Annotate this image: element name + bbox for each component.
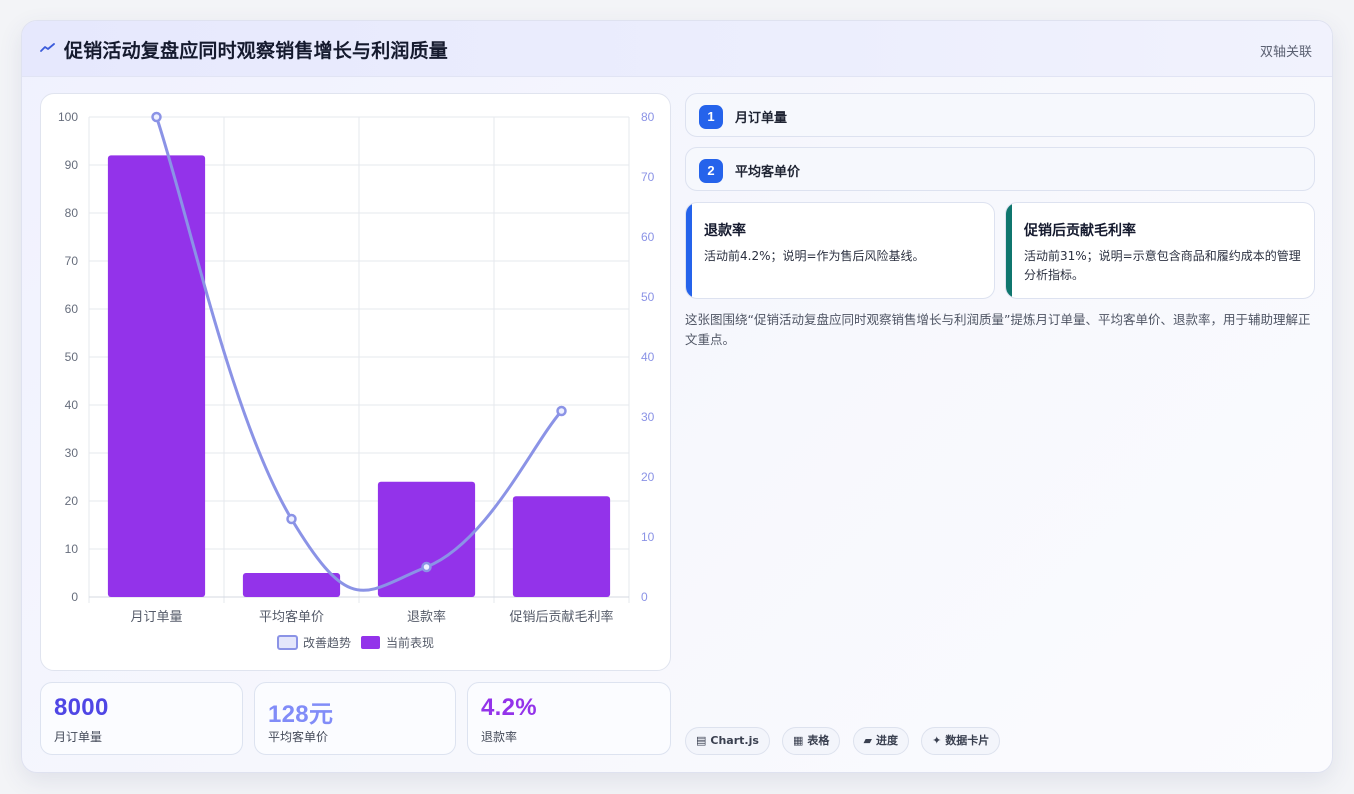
y-left-tick-label: 70 [65, 254, 79, 268]
chip-label: 表格 [807, 734, 830, 747]
stat-value: 4.2% [481, 694, 537, 721]
x-tick-label: 促销后贡献毛利率 [509, 609, 613, 625]
number-badge: 1 [699, 105, 723, 129]
card-description: 活动前4.2%；说明=作为售后风险基线。 [704, 249, 925, 263]
stat-value: 128元 [268, 701, 334, 728]
trend-point-2 [286, 513, 297, 525]
list-item-label: 月订单量 [735, 111, 788, 126]
stat-label: 月订单量 [54, 730, 103, 744]
y-left-tick-label: 40 [65, 398, 79, 412]
y-right-tick-label: 80 [641, 110, 655, 124]
y-left-tick-label: 10 [65, 542, 79, 556]
y-left-tick-label: 90 [65, 158, 79, 172]
legend-swatch-line [277, 635, 298, 650]
page-title: 促销活动复盘应同时观察销售增长与利润质量 [64, 40, 449, 62]
y-right-tick-label: 0 [641, 590, 648, 604]
combo-chart: 0 10 20 30 40 50 60 70 80 90 100 0 10 20 30 40 50 60 70 80 月… [58, 110, 655, 650]
y-left-tick-label: 30 [65, 446, 79, 460]
y-left-tick-label: 80 [65, 206, 79, 220]
stat-label: 平均客单价 [268, 730, 329, 744]
chip-label: Chart.js [710, 734, 759, 747]
number-badge: 2 [699, 159, 723, 183]
chip-progress[interactable]: ▰ 进度 [852, 727, 909, 755]
y-right-tick-label: 40 [641, 350, 655, 364]
summary-text: 这张图围绕“促销活动复盘应同时观察销售增长与利润质量”提炼月订单量、平均客单价、… [685, 312, 1311, 347]
chart-icon: ▤ [696, 734, 707, 747]
chip-data-cards[interactable]: ✦ 数据卡片 [921, 727, 1001, 755]
insight-card-refund: 退款率 活动前4.2%；说明=作为售后风险基线。 [685, 202, 995, 299]
trend-line-icon [40, 43, 55, 52]
trend-point-3 [421, 561, 432, 573]
chip-label: 数据卡片 [945, 734, 990, 747]
y-right-tick-label: 30 [641, 410, 655, 424]
stat-card-avg-price: 128元 平均客单价 [254, 682, 456, 755]
y-right-tick-label: 60 [641, 230, 655, 244]
legend-label: 当前表现 [386, 635, 434, 650]
bar-1 [107, 155, 206, 597]
bar-3 [377, 481, 476, 597]
panel-header: 促销活动复盘应同时观察销售增长与利润质量 双轴关联 [22, 21, 1332, 77]
x-tick-label: 退款率 [407, 609, 446, 625]
card-title: 退款率 [704, 223, 746, 239]
table-icon: ▦ [793, 734, 804, 747]
list-item[interactable]: 1 月订单量 [685, 93, 1315, 137]
insight-card-margin: 促销后贡献毛利率 活动前31%；说明=示意包含商品和履约成本的管理分析指标。 [1005, 202, 1315, 299]
chip-label: 进度 [875, 734, 898, 747]
y-right-tick-label: 70 [641, 170, 655, 184]
card-accent-bar [1006, 203, 1012, 298]
legend-swatch-bar [361, 636, 380, 649]
sparkle-icon: ✦ [932, 734, 942, 747]
chart-card: 0 10 20 30 40 50 60 70 80 90 100 0 10 20 30 40 50 60 70 80 月… [40, 93, 671, 671]
stat-card-refund-rate: 4.2% 退款率 [467, 682, 671, 755]
tag-chips: ▤ Chart.js ▦ 表格 ▰ 进度 ✦ 数据卡片 [685, 727, 1007, 755]
chip-table[interactable]: ▦ 表格 [782, 727, 841, 755]
bar-2 [242, 573, 341, 597]
header-tag: 双轴关联 [1259, 45, 1312, 60]
card-accent-bar [686, 203, 692, 298]
list-item-label: 平均客单价 [735, 165, 801, 180]
bar-4 [512, 496, 611, 597]
y-right-tick-label: 50 [641, 290, 655, 304]
y-left-tick-label: 0 [71, 590, 78, 604]
card-title: 促销后贡献毛利率 [1024, 223, 1136, 239]
trend-point-4 [556, 405, 567, 417]
trend-point-1 [151, 111, 162, 123]
progress-icon: ▰ [863, 734, 872, 747]
x-tick-label: 月订单量 [130, 610, 182, 625]
card-description: 活动前31%；说明=示意包含商品和履约成本的管理分析指标。 [1024, 249, 1301, 282]
dashboard-panel: 促销活动复盘应同时观察销售增长与利润质量 双轴关联 0 10 20 30 40 50 60 7… [21, 20, 1333, 773]
chip-chartjs[interactable]: ▤ Chart.js [685, 727, 770, 755]
x-tick-label: 平均客单价 [259, 609, 324, 625]
y-right-tick-label: 20 [641, 470, 655, 484]
stat-value: 8000 [54, 694, 109, 721]
stat-card-orders: 8000 月订单量 [40, 682, 243, 755]
list-item[interactable]: 2 平均客单价 [685, 147, 1315, 191]
y-left-tick-label: 50 [65, 350, 79, 364]
y-left-tick-label: 20 [65, 494, 79, 508]
legend-label: 改善趋势 [303, 635, 351, 650]
y-left-tick-label: 60 [65, 302, 79, 316]
stat-label: 退款率 [481, 730, 518, 744]
y-left-tick-label: 100 [58, 110, 78, 124]
y-right-tick-label: 10 [641, 530, 655, 544]
